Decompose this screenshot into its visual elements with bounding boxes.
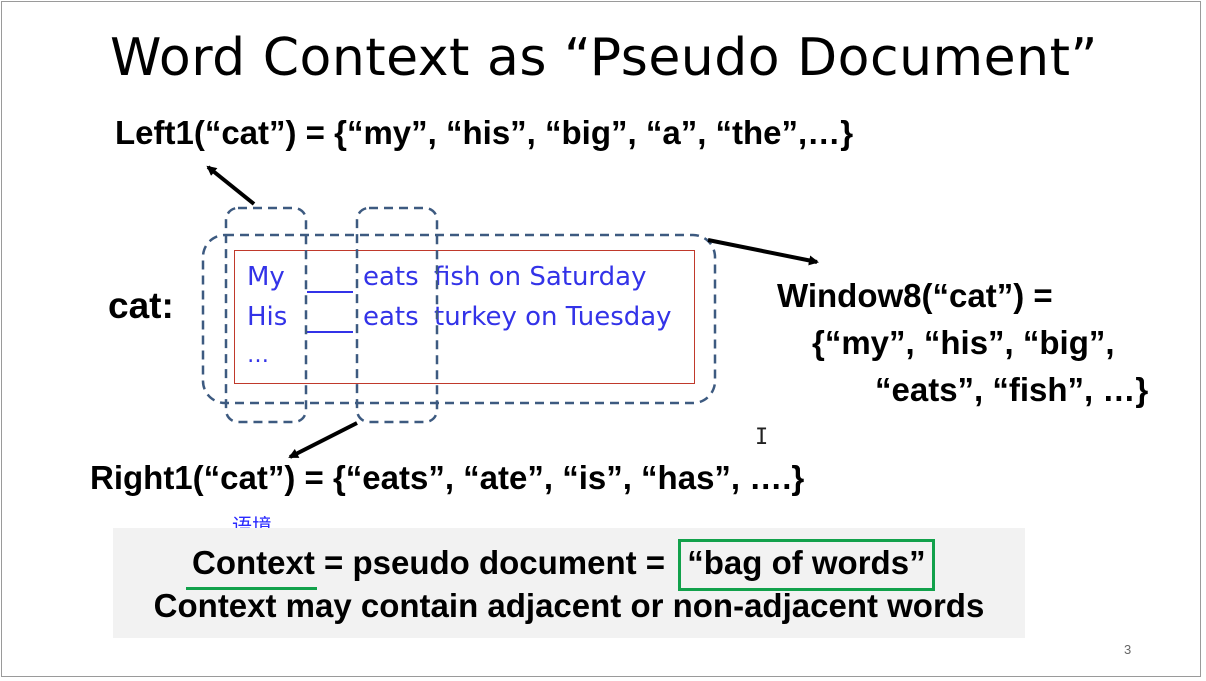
left-context-dashed-box bbox=[224, 206, 308, 424]
summary-line2: Context may contain adjacent or non-adja… bbox=[153, 587, 985, 624]
page-number: 3 bbox=[1124, 642, 1132, 657]
window8-set-line2: “eats”, “fish”, …} bbox=[875, 371, 1149, 408]
context-underlined-word: Context bbox=[186, 544, 317, 590]
window-dashed-box bbox=[201, 233, 717, 405]
slide: Word Context as “Pseudo Document” Left1(… bbox=[1, 1, 1201, 677]
window8-label: Window8(“cat”) = bbox=[777, 277, 1053, 314]
arrow-to-window8 bbox=[707, 238, 819, 266]
window8-set-line1: {“my”, “his”, “big”, bbox=[812, 324, 1115, 361]
right-context-dashed-box bbox=[355, 206, 439, 424]
text-cursor-icon: I bbox=[755, 425, 769, 450]
summary-middle: = pseudo document = bbox=[314, 544, 675, 581]
summary-line1: Context = pseudo document = “bag of word… bbox=[186, 539, 935, 591]
arrow-to-left1 bbox=[206, 165, 256, 206]
arrow-to-right1 bbox=[288, 421, 358, 459]
bag-of-words-box: “bag of words” bbox=[678, 539, 935, 591]
right1-definition: Right1(“cat”) = {“eats”, “ate”, “is”, “h… bbox=[90, 459, 805, 496]
